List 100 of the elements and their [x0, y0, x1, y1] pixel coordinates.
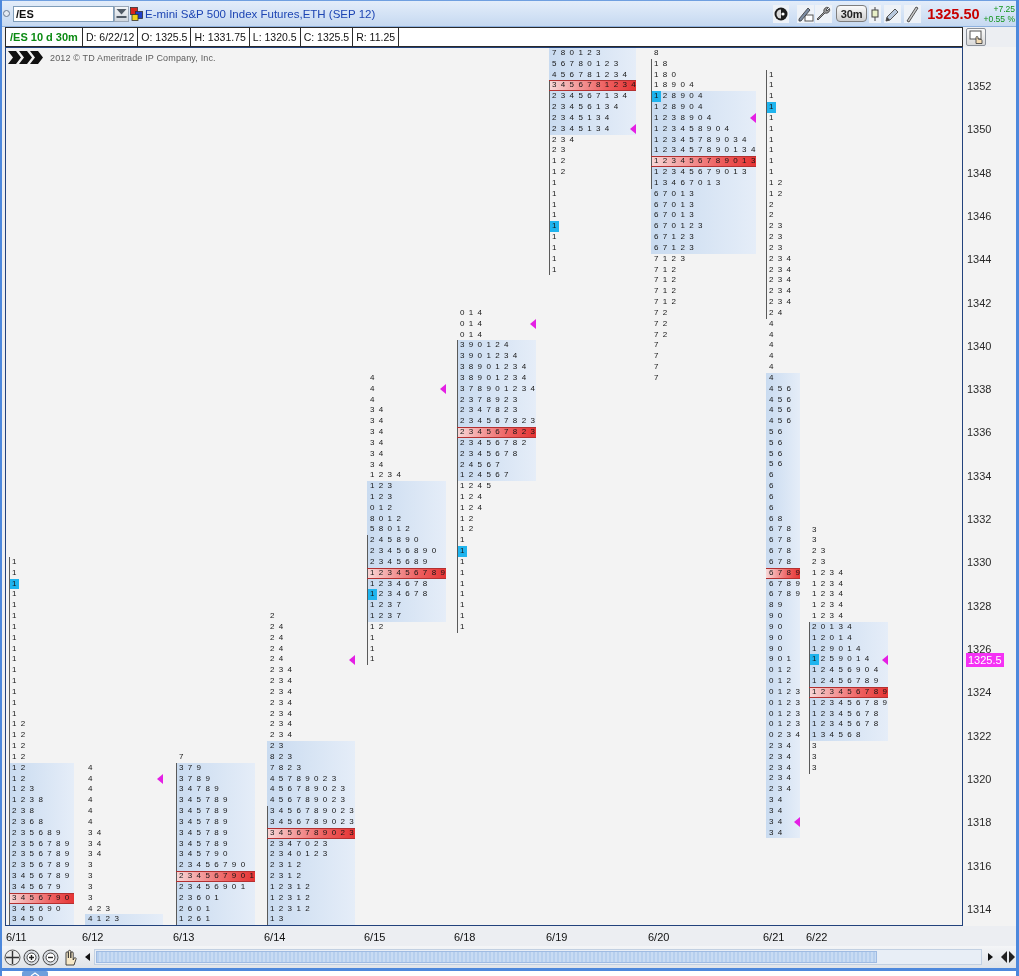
tpo-letters: 2 3 4 7 0 2 3	[270, 838, 329, 850]
wrench-icon[interactable]	[815, 4, 833, 23]
tpo-letters: 3 4	[370, 437, 385, 449]
tpo-letters: 3 4 5 7 8 9	[179, 795, 229, 807]
tpo-letters: 1 8 0	[654, 69, 678, 81]
tpo-letters: 1	[769, 112, 775, 124]
tpo-letters: 1 2 3 4	[812, 578, 844, 590]
tpo-letters: 5 6 7 8 0 1 2 3	[552, 58, 620, 70]
tpo-letters: 1 2 6 1	[179, 914, 211, 925]
tpo-letters: 1 2 3 4 5 6 7 8 9 0 1 3	[654, 156, 757, 168]
tpo-letters: 3 4	[370, 448, 385, 460]
tpo-letters: 7 1 2	[654, 275, 678, 287]
tpo-letters: 1 2 3 7	[370, 600, 402, 612]
tpo-letters: 0 1 4	[460, 307, 484, 319]
tpo-letters: 2 3 4 5 6 7 9 0 1	[179, 871, 255, 882]
caret-icon	[116, 8, 127, 19]
tpo-letters: 6	[769, 491, 775, 503]
price-label: 1342	[967, 295, 992, 310]
tpo-letters: 3 4 5 7 8 9	[179, 827, 229, 839]
tpo-letters: 3 4 5 7 8 9	[179, 838, 229, 850]
tpo-letters: 1 2	[370, 621, 385, 633]
tpo-letters: 2 3 4	[270, 665, 294, 677]
tpo-letters: 1	[12, 557, 18, 568]
right-triangle-icon	[987, 953, 993, 961]
tpo-letters: 3 4 5 7 8 9	[179, 806, 229, 817]
tpo-letters: 4	[769, 340, 775, 352]
tpo-letters: 2 3 4	[769, 297, 793, 308]
tpo-letters: 2 3 4	[769, 741, 793, 752]
tpo-letters: 6	[769, 470, 775, 482]
tpo-letters: 2 3 4 5 1 3 4	[552, 112, 611, 124]
candle-icon[interactable]	[869, 4, 882, 23]
tpo-letters: 2 3 4 5 6 7 8	[460, 448, 519, 460]
tpo-letters: 4	[88, 773, 94, 785]
tpo-letters: 7 2	[654, 307, 669, 319]
info-field: D: 6/22/12	[82, 28, 139, 46]
pencil-icon[interactable]	[884, 4, 902, 23]
aggregation-button[interactable]: 30m	[836, 5, 868, 22]
tpo-letters: 1	[12, 676, 18, 687]
tpo-letters: 2 3 4	[270, 708, 294, 720]
pencil-box-icon[interactable]	[797, 4, 815, 23]
zoom-out-icon[interactable]	[42, 948, 59, 966]
tpo-letters: 2 3 4 5 6 7 8 2 3	[460, 416, 536, 427]
tpo-letters: 1	[12, 589, 18, 601]
dropdown-button[interactable]	[114, 5, 129, 22]
net-change: +7.25	[993, 3, 1015, 14]
tpo-letters: 1 2 3 4 5 7 8 9 0 1 3 4	[654, 145, 757, 157]
pointer-button[interactable]	[966, 28, 986, 46]
disc-icon[interactable]	[773, 4, 790, 23]
tpo-letters: 3 4	[370, 427, 385, 438]
tpo-letters: 1	[552, 199, 558, 211]
tpo-letters: 3 4	[88, 849, 103, 861]
zoom-in-icon[interactable]	[23, 948, 40, 966]
tpo-letters: 1 3 4 6 7 0 1 3	[654, 177, 722, 189]
tpo-letters: 7	[179, 751, 185, 763]
tpo-letters: 3 4	[88, 827, 103, 839]
tpo-letters: 1 2 3	[370, 481, 394, 492]
tpo-letters: 1 2 3 8	[12, 795, 44, 807]
tpo-letters: 1 2 4	[460, 502, 484, 514]
tpo-letters: 1	[552, 177, 558, 189]
scrollbar-track[interactable]	[94, 949, 982, 965]
tpo-letters: 7 1 2	[654, 264, 678, 276]
last-price: 1325.50	[927, 5, 980, 22]
tpo-letters: 1 2	[12, 773, 27, 785]
tpo-letters: 8 0 1 2	[370, 513, 402, 525]
price-label: 1330	[967, 555, 992, 570]
tpo-letters: 1	[460, 600, 466, 612]
symbol-field[interactable]: /ES	[13, 5, 114, 22]
tpo-letters: 9 0	[769, 611, 784, 622]
chevron-tab-icon[interactable]	[22, 971, 48, 976]
tpo-letters: 7	[654, 372, 660, 384]
tpo-letters: 1	[769, 134, 775, 146]
tpo-letters: 7	[654, 340, 660, 352]
tpo-letters: 5 6	[769, 437, 784, 449]
tpo-letters: 5 6	[769, 448, 784, 460]
tpo-letters: 7 2	[654, 318, 669, 330]
tpo-letters: 1 2 3 7	[370, 611, 402, 622]
tpo-letters: 3 4 5 6 7 8 9 0 2 3	[270, 816, 355, 828]
tpo-letters: 6 7 0 1 3	[654, 188, 695, 200]
tpo-letters: 1	[769, 167, 775, 178]
price-label: 1340	[967, 338, 992, 353]
tpo-letters: 3	[88, 892, 94, 904]
squares-icon[interactable]	[130, 6, 143, 21]
crosshair-icon[interactable]	[4, 948, 21, 966]
tpo-letters: 1	[12, 611, 18, 622]
tpo-letters: 1 2 3 4 6 7 8	[370, 589, 429, 601]
date-label: 6/19	[546, 931, 568, 943]
tpo-letters: 4 5 6	[769, 394, 793, 406]
tpo-letters: 9 0 1	[769, 654, 793, 666]
tpo-letters: 1 2 3 4	[812, 589, 844, 601]
tpo-letters: 2 3 4	[270, 719, 294, 731]
scrollbar-thumb[interactable]	[96, 951, 877, 963]
tpo-letters: 5 6	[769, 427, 784, 438]
tpo-letters: 1	[552, 253, 558, 265]
tpo-letters: 1 2 8 9 0 4	[654, 102, 704, 113]
tpo-letters: 3 4	[370, 459, 385, 471]
tpo-letters: 5 8 0 1 2	[370, 524, 411, 536]
tpo-letters: 1 2 8 9 0 4	[654, 91, 704, 103]
double-triangle-icon[interactable]	[1001, 951, 1015, 963]
slanted-pen-icon[interactable]	[904, 4, 922, 23]
tpo-letters: 1 2	[12, 719, 27, 731]
